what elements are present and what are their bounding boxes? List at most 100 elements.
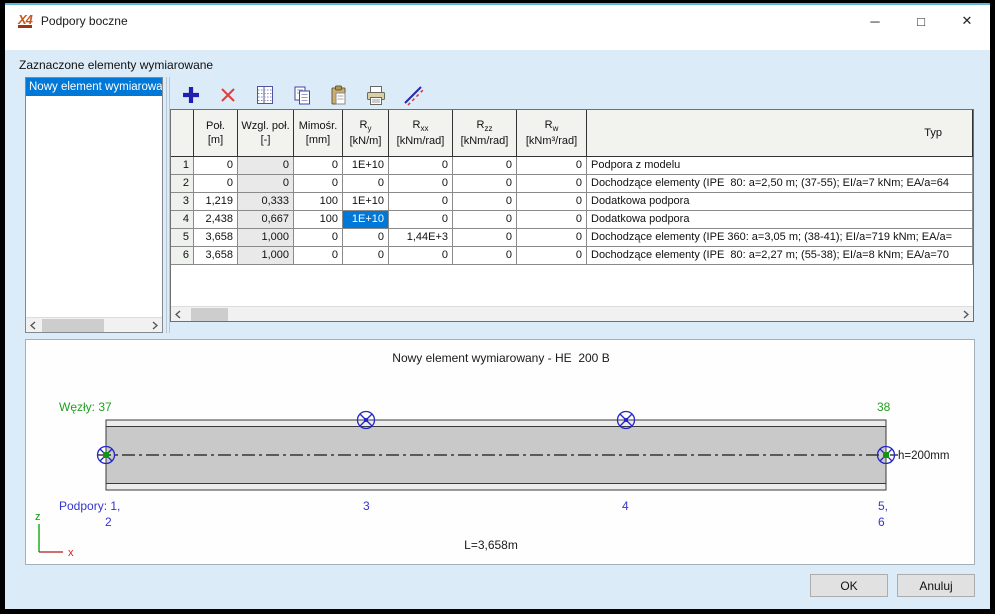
list-horizontal-scrollbar[interactable]	[26, 317, 162, 332]
table-row: 10001E+10000Podpora z modelu	[171, 157, 973, 175]
support-5-label: 5,	[878, 499, 888, 513]
type-cell[interactable]: Dodatkowa podpora	[587, 193, 973, 211]
table-cell[interactable]: 0	[517, 157, 587, 175]
cancel-button[interactable]: Anuluj	[897, 574, 975, 597]
row-number[interactable]: 4	[171, 211, 194, 229]
type-cell[interactable]: Dochodzące elementy (IPE 360: a=3,05 m; …	[587, 229, 973, 247]
beam-diagram: Nowy element wymiarowany - HE 200 B Węzł…	[25, 339, 975, 565]
supports-label: Podpory: 1,	[59, 499, 120, 513]
column-header-rw[interactable]: Rw[kNm³/rad]	[517, 110, 587, 157]
maximize-button[interactable]: □	[898, 6, 944, 36]
table-cell[interactable]: 2,438	[194, 211, 238, 229]
column-header-wzgl-pol[interactable]: Wzgl. poł.[-]	[238, 110, 294, 157]
table-cell[interactable]: 100	[294, 193, 343, 211]
table-cell[interactable]: 0	[294, 247, 343, 265]
table-cell[interactable]: 0	[389, 247, 453, 265]
toolbar	[177, 82, 426, 108]
close-button[interactable]: ✕	[944, 6, 990, 36]
table-cell[interactable]: 0	[294, 175, 343, 193]
table-cell[interactable]: 0	[453, 157, 517, 175]
column-header-ry[interactable]: Ry[kN/m]	[343, 110, 389, 157]
table-cell[interactable]: 0	[194, 175, 238, 193]
scrollbar-thumb[interactable]	[191, 308, 228, 321]
measure-icon	[402, 84, 424, 106]
table-cell[interactable]: 0	[343, 247, 389, 265]
paste-button[interactable]	[325, 82, 352, 107]
scroll-left-icon[interactable]	[171, 307, 186, 322]
table-cell[interactable]: 3,658	[194, 247, 238, 265]
table-cell[interactable]: 1,000	[238, 247, 294, 265]
table-cell[interactable]: 0	[238, 157, 294, 175]
row-number[interactable]: 3	[171, 193, 194, 211]
column-header-rownum[interactable]	[171, 110, 194, 157]
print-button[interactable]	[362, 82, 389, 107]
table-cell[interactable]: 0	[517, 229, 587, 247]
type-cell[interactable]: Dochodzące elementy (IPE 80: a=2,50 m; (…	[587, 175, 973, 193]
table-cell[interactable]: 0	[194, 157, 238, 175]
table-cell[interactable]: 1,000	[238, 229, 294, 247]
delete-x-icon	[219, 86, 237, 104]
table-cell[interactable]: 0	[389, 193, 453, 211]
scroll-left-icon[interactable]	[26, 318, 41, 333]
table-cell[interactable]: 0	[389, 175, 453, 193]
support-4-label: 4	[622, 499, 629, 513]
copy-button[interactable]	[288, 82, 315, 107]
table-cell[interactable]: 0	[517, 193, 587, 211]
table-cell[interactable]: 1E+10	[343, 211, 389, 229]
table-cell[interactable]: 0	[294, 157, 343, 175]
table-cell[interactable]: 0,667	[238, 211, 294, 229]
type-cell[interactable]: Podpora z modelu	[587, 157, 973, 175]
table-cell[interactable]: 0	[453, 175, 517, 193]
axis-x-label: x	[68, 547, 74, 559]
type-cell[interactable]: Dochodzące elementy (IPE 80: a=2,27 m; (…	[587, 247, 973, 265]
list-item[interactable]: Nowy element wymiarowany	[26, 78, 162, 96]
table-cell[interactable]: 0	[294, 229, 343, 247]
row-number[interactable]: 1	[171, 157, 194, 175]
table-cell[interactable]: 0,333	[238, 193, 294, 211]
scroll-right-icon[interactable]	[958, 307, 973, 322]
column-header-mimosr[interactable]: Mimośr.[mm]	[294, 110, 343, 157]
row-number[interactable]: 2	[171, 175, 194, 193]
table-header-row: Poł.[m]Wzgl. poł.[-]Mimośr.[mm]Ry[kN/m]R…	[171, 110, 973, 157]
column-header-pol[interactable]: Poł.[m]	[194, 110, 238, 157]
diagram-title: Nowy element wymiarowany - HE 200 B	[392, 351, 609, 365]
row-number[interactable]: 5	[171, 229, 194, 247]
table-cell[interactable]: 1E+10	[343, 157, 389, 175]
table-cell[interactable]: 1,219	[194, 193, 238, 211]
table-cell[interactable]: 0	[343, 175, 389, 193]
column-header-rxx[interactable]: Rxx[kNm/rad]	[389, 110, 453, 157]
table-view-button[interactable]	[251, 82, 278, 107]
node-right-label: 38	[877, 400, 891, 414]
row-number[interactable]: 6	[171, 247, 194, 265]
scrollbar-thumb[interactable]	[42, 319, 104, 332]
table-cell[interactable]: 0	[517, 175, 587, 193]
table-cell[interactable]: 100	[294, 211, 343, 229]
table-cell[interactable]: 3,658	[194, 229, 238, 247]
table-cell[interactable]: 1,44E+3	[389, 229, 453, 247]
table-row: 53,6581,000001,44E+300Dochodzące element…	[171, 229, 973, 247]
measure-button[interactable]	[399, 82, 426, 107]
title-bar: X4 Podpory boczne ─ □ ✕	[5, 5, 990, 50]
support-2-label: 2	[105, 515, 112, 529]
table-cell[interactable]: 0	[453, 247, 517, 265]
table-cell[interactable]: 0	[517, 211, 587, 229]
minimize-button[interactable]: ─	[852, 6, 898, 36]
table-cell[interactable]: 0	[453, 211, 517, 229]
delete-row-button[interactable]	[214, 82, 241, 107]
table-cell[interactable]: 0	[238, 175, 294, 193]
table-cell[interactable]: 0	[343, 229, 389, 247]
table-cell[interactable]: 0	[517, 247, 587, 265]
ok-button[interactable]: OK	[810, 574, 888, 597]
column-header-rzz[interactable]: Rzz[kNm/rad]	[453, 110, 517, 157]
table-cell[interactable]: 0	[389, 211, 453, 229]
type-cell[interactable]: Dodatkowa podpora	[587, 211, 973, 229]
table-cell[interactable]: 1E+10	[343, 193, 389, 211]
table-cell[interactable]: 0	[389, 157, 453, 175]
window-title: Podpory boczne	[41, 14, 128, 28]
table-cell[interactable]: 0	[453, 229, 517, 247]
table-cell[interactable]: 0	[453, 193, 517, 211]
scroll-right-icon[interactable]	[147, 318, 162, 333]
add-row-button[interactable]	[177, 82, 204, 107]
column-header-typ[interactable]: Typ	[587, 110, 973, 157]
table-horizontal-scrollbar[interactable]	[171, 306, 973, 321]
